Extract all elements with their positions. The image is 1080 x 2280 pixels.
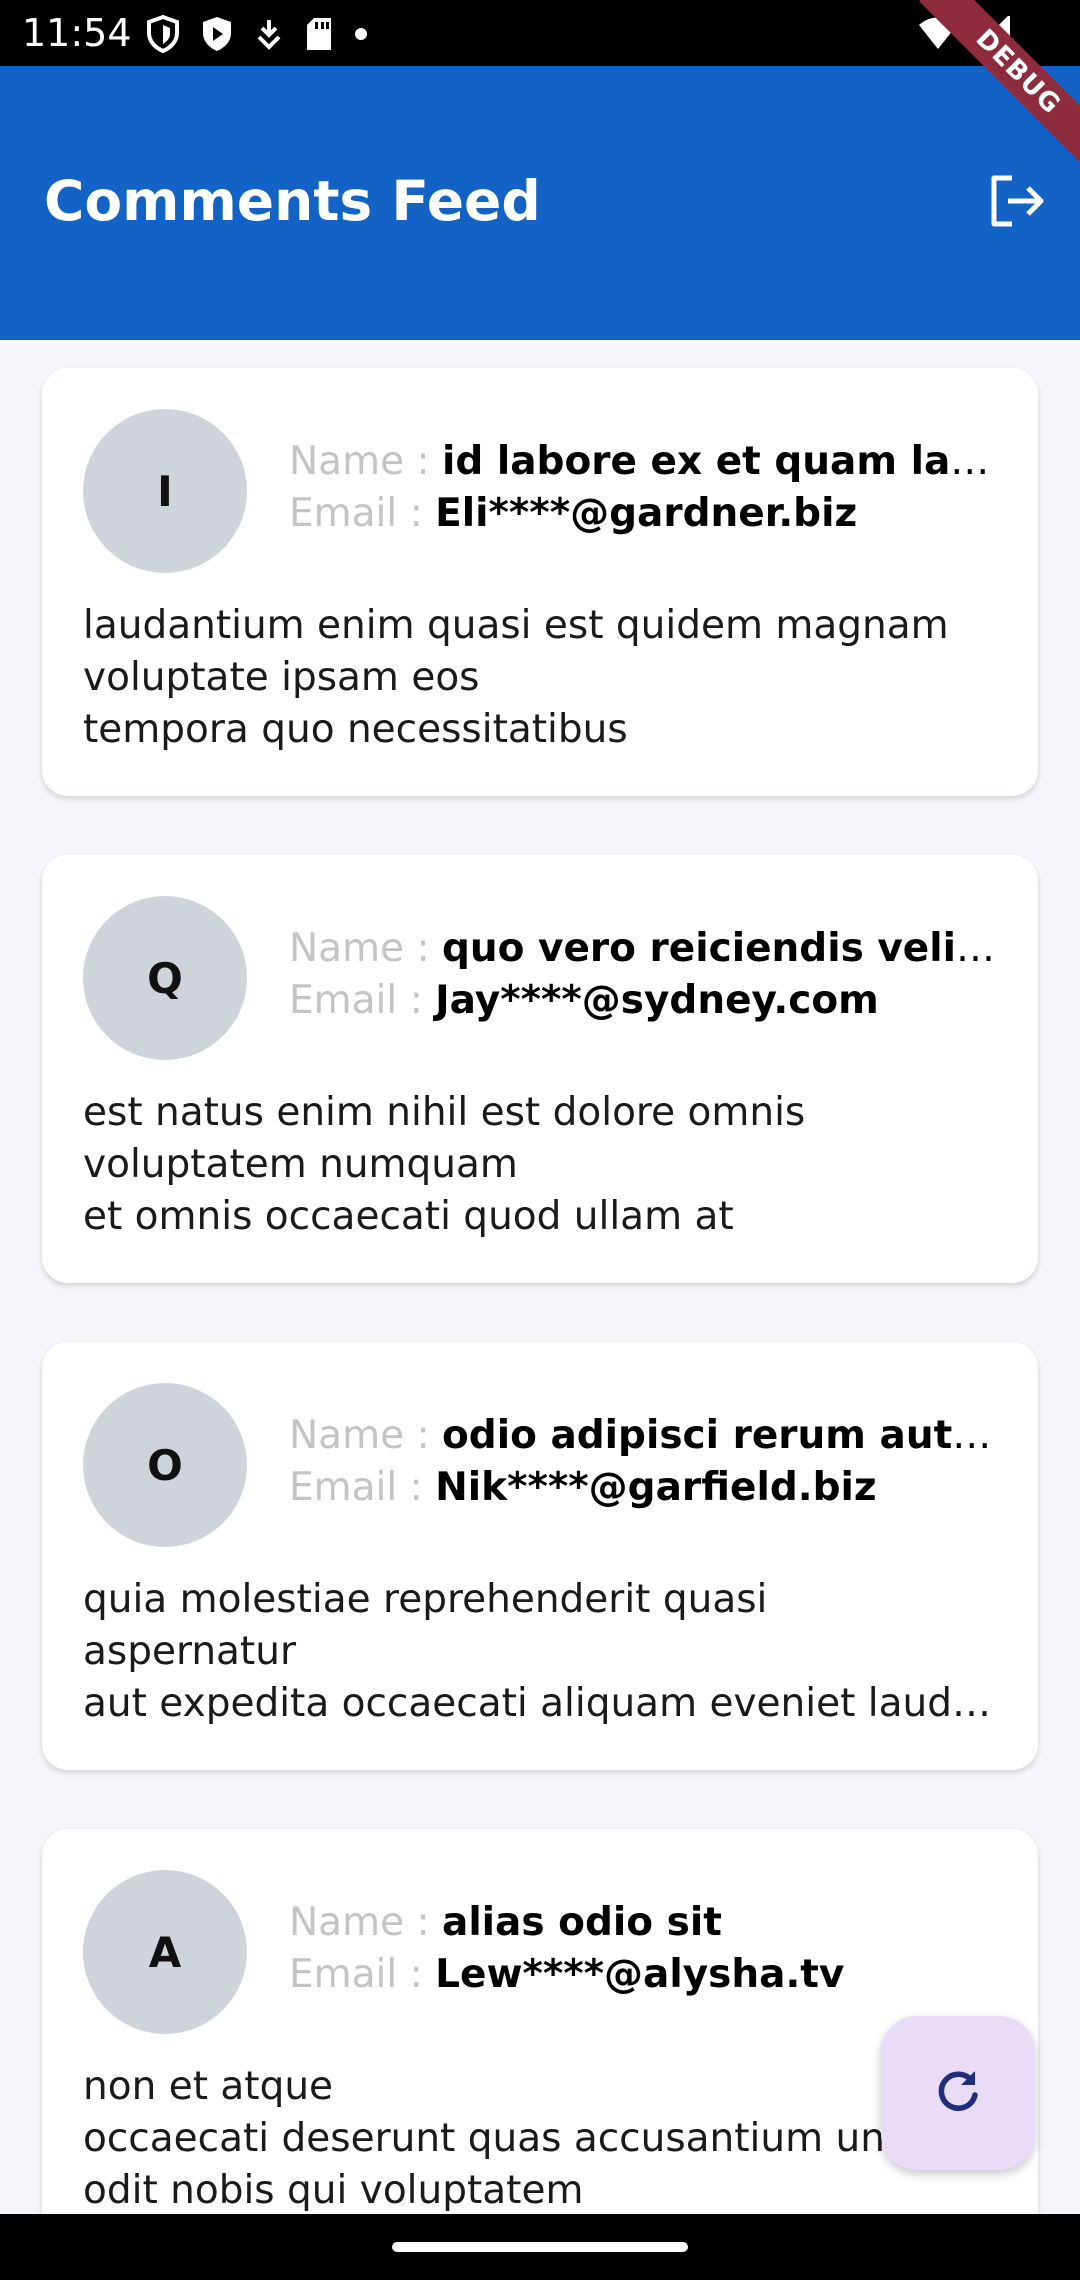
comment-body-line: odit nobis qui voluptatem <box>83 2168 584 2213</box>
comment-body-line: voluptatem numquam <box>83 1142 518 1187</box>
dot-icon <box>354 27 368 41</box>
avatar: I <box>83 409 247 573</box>
comments-feed[interactable]: I Name : id labore ex et quam laborum Em… <box>0 340 1080 2214</box>
comment-meta: Name : quo vero reiciendis velit similiq… <box>289 923 1003 1027</box>
name-row: Name : id labore ex et quam laborum <box>289 436 1003 488</box>
status-notification-icons <box>146 14 368 54</box>
comment-body: laudantium enim quasi est quidem magnam … <box>83 600 1003 756</box>
app-bar: Comments Feed <box>0 66 1080 340</box>
comment-meta: Name : odio adipisci rerum aut animi Ema… <box>289 1410 1003 1514</box>
comment-body: non et atque occaecati deserunt quas acc… <box>83 2061 1003 2214</box>
logout-icon <box>988 174 1046 232</box>
comment-body-line: quia molestiae reprehenderit quasi <box>83 1577 768 1622</box>
email-label: Email : <box>289 1465 436 1510</box>
comment-body-line: aspernatur <box>83 1629 296 1674</box>
play-store-icon <box>200 15 234 53</box>
home-gesture-handle[interactable] <box>392 2242 688 2252</box>
email-row: Email : Eli****@gardner.biz <box>289 488 1003 540</box>
system-nav-bar <box>0 2214 1080 2280</box>
comment-body-line: est natus enim nihil est dolore omnis <box>83 1090 806 1135</box>
name-row: Name : odio adipisci rerum aut animi <box>289 1410 1003 1462</box>
comment-name: alias odio sit <box>442 1900 722 1945</box>
comment-meta: Name : id labore ex et quam laborum Emai… <box>289 436 1003 540</box>
comment-email: Nik****@garfield.biz <box>435 1465 877 1510</box>
name-label: Name : <box>289 1413 442 1458</box>
name-label: Name : <box>289 1900 442 1945</box>
status-bar: 11:54 <box>0 0 1080 66</box>
avatar: Q <box>83 896 247 1060</box>
comment-name: id labore ex et quam laborum <box>442 439 1003 484</box>
comment-body: est natus enim nihil est dolore omnis vo… <box>83 1087 1003 1243</box>
sd-card-icon <box>304 16 334 52</box>
email-label: Email : <box>289 1952 436 1997</box>
comment-body-line: tempora quo necessitatibus <box>83 707 628 752</box>
comment-body-line: et omnis occaecati quod ullam at <box>83 1194 734 1239</box>
shield-icon <box>146 15 180 53</box>
page-title: Comments Feed <box>44 169 541 233</box>
comment-card[interactable]: Q Name : quo vero reiciendis velit simil… <box>42 855 1038 1283</box>
comment-body-line: laudantium enim quasi est quidem magnam <box>83 603 949 648</box>
avatar: A <box>83 1870 247 2034</box>
comment-email: Jay****@sydney.com <box>435 978 879 1023</box>
name-label: Name : <box>289 926 442 971</box>
name-label: Name : <box>289 439 442 484</box>
comment-name: odio adipisci rerum aut animi <box>442 1413 1003 1458</box>
email-row: Email : Lew****@alysha.tv <box>289 1949 1003 2001</box>
status-time: 11:54 <box>22 11 132 55</box>
name-row: Name : alias odio sit <box>289 1897 1003 1949</box>
download-icon <box>254 17 284 51</box>
email-row: Email : Nik****@garfield.biz <box>289 1462 1003 1514</box>
logout-button[interactable] <box>984 170 1050 236</box>
comment-card[interactable]: I Name : id labore ex et quam laborum Em… <box>42 368 1038 796</box>
email-row: Email : Jay****@sydney.com <box>289 975 1003 1027</box>
name-row: Name : quo vero reiciendis velit similiq… <box>289 923 1003 975</box>
comment-name: quo vero reiciendis velit similique earu… <box>442 926 1003 971</box>
comment-body: quia molestiae reprehenderit quasi asper… <box>83 1574 1003 1730</box>
avatar: O <box>83 1383 247 1547</box>
comment-card[interactable]: O Name : odio adipisci rerum aut animi E… <box>42 1342 1038 1770</box>
comment-body-line: aut expedita occaecati aliquam eveniet l… <box>83 1681 1003 1726</box>
refresh-button[interactable] <box>881 2016 1035 2170</box>
comment-body-line: non et atque <box>83 2064 334 2109</box>
email-label: Email : <box>289 978 436 1023</box>
comment-body-line: voluptate ipsam eos <box>83 655 480 700</box>
email-label: Email : <box>289 491 436 536</box>
comment-meta: Name : alias odio sit Email : Lew****@al… <box>289 1897 1003 2001</box>
refresh-icon <box>932 2065 984 2121</box>
comment-body-line: occaecati deserunt quas accusantium unde <box>83 2116 934 2161</box>
comment-email: Eli****@gardner.biz <box>435 491 858 536</box>
comment-email: Lew****@alysha.tv <box>435 1952 845 1997</box>
